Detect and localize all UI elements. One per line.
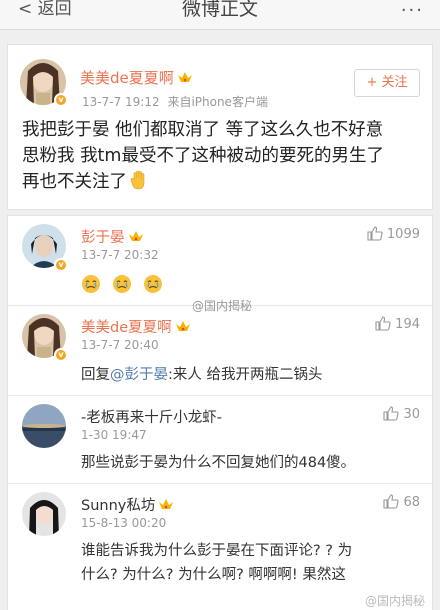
comment-item: v 彭于晏 13-7-7 20:32 1099	[8, 216, 432, 306]
vip-crown-icon	[128, 231, 143, 241]
comment-item: v 美美de夏夏啊 13-7-7 20:40 194 回复@彭于晏:来人 给我开…	[8, 306, 432, 396]
thumbs-up-icon	[367, 226, 383, 241]
post-source: 来自iPhone客户端	[167, 95, 268, 109]
comment-time: 13-7-7 20:32	[81, 248, 159, 262]
comment-item: -老板再来十斤小龙虾- 1-30 19:47 30 那些说彭于晏为什么不回复她们…	[8, 396, 432, 484]
comment-text: 那些说彭于晏为什么不回复她们的484傻。	[81, 455, 356, 471]
like-count: 30	[403, 407, 420, 422]
vip-crown-icon	[175, 321, 190, 331]
post-author[interactable]: 美美de夏夏啊	[80, 67, 193, 88]
comment-author[interactable]: 彭于晏	[81, 226, 144, 247]
mention-link[interactable]: @彭于晏	[110, 367, 168, 383]
watermark: @国内揭秘	[192, 299, 253, 313]
thumbs-up-icon	[375, 316, 391, 331]
comment-author[interactable]: -老板再来十斤小龙虾-	[81, 406, 222, 427]
page-title: 微博正文	[181, 0, 258, 20]
like-count: 194	[395, 317, 420, 332]
follow-button[interactable]: + 关注	[354, 69, 420, 97]
raised-hand-emoji-icon	[130, 170, 145, 190]
post-text: 我把彭于晏 他们都取消了 等了这么久也不好意 思粉我 我tm最受不了这种被动的要…	[22, 120, 384, 192]
verified-badge-icon: v	[54, 348, 68, 362]
comment-author[interactable]: 美美de夏夏啊	[81, 316, 191, 337]
like-button[interactable]: 1099	[367, 226, 420, 242]
post-time: 13-7-7 19:12	[82, 95, 160, 109]
thumbs-up-icon	[383, 406, 400, 421]
nav-bar: < 返回 微博正文 ···	[0, 0, 440, 30]
crying-face-emoji-icon	[82, 275, 100, 293]
more-menu-icon[interactable]: ···	[401, 0, 424, 21]
comment-text-line: 谁能告诉我为什么彭于晏在下面评论? ? 为	[81, 543, 353, 559]
like-count: 68	[403, 495, 420, 510]
comment-text: 回复@彭于晏:来人 给我开两瓶二锅头	[81, 367, 323, 383]
verified-badge-icon: v	[54, 258, 68, 272]
like-button[interactable]: 68	[383, 494, 420, 510]
comment-list: v 彭于晏 13-7-7 20:32 1099 v 美美de夏夏啊 13-7-7…	[7, 215, 433, 610]
verified-badge-icon: v	[54, 93, 68, 107]
avatar[interactable]	[22, 492, 66, 536]
avatar[interactable]	[22, 404, 66, 448]
like-count: 1099	[386, 227, 420, 242]
comment-text-line: 什么? 为什么? 为什么啊? 啊啊啊! 果然这	[81, 567, 346, 583]
like-button[interactable]: 194	[375, 316, 420, 332]
like-button[interactable]: 30	[383, 406, 420, 422]
comment-author[interactable]: Sunny私坊	[81, 494, 174, 515]
watermark: @国内揭秘	[365, 594, 426, 608]
post-meta: 13-7-7 19:12 来自iPhone客户端	[82, 93, 268, 110]
emoji-row	[81, 274, 169, 298]
crying-face-emoji-icon	[113, 275, 132, 293]
vip-crown-icon	[159, 499, 174, 509]
comment-time: 15-8-13 00:20	[81, 516, 167, 530]
vip-crown-icon	[177, 72, 192, 82]
crying-face-emoji-icon	[144, 275, 163, 293]
weibo-post: v 美美de夏夏啊 13-7-7 19:12 来自iPhone客户端 + 关注 …	[7, 44, 433, 210]
comment-time: 13-7-7 20:40	[81, 338, 159, 352]
thumbs-up-icon	[383, 494, 400, 509]
comment-time: 1-30 19:47	[81, 428, 147, 442]
